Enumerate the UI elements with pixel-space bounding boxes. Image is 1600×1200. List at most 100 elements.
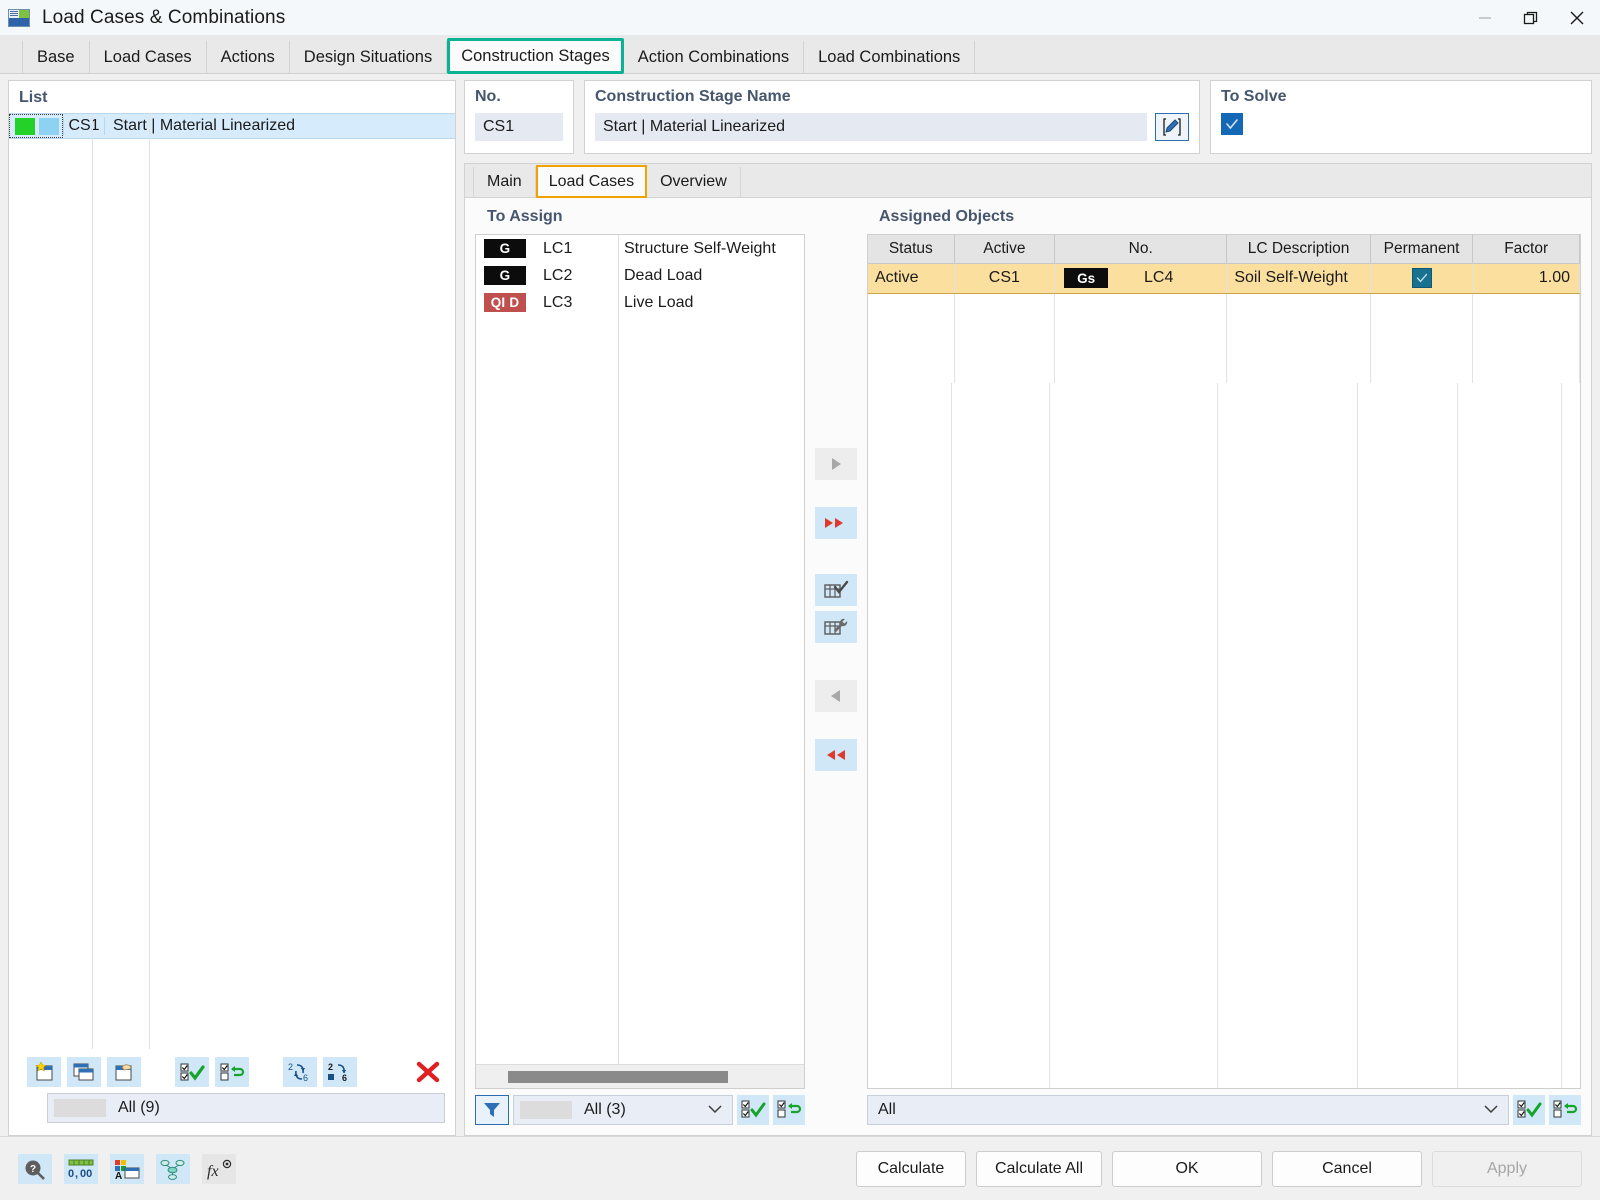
subtab-main[interactable]: Main — [473, 167, 536, 197]
unassign-selected-button[interactable] — [815, 680, 857, 712]
to-assign-filter-combo[interactable]: All (3) — [513, 1095, 733, 1125]
sub-tab-strip: Main Load Cases Overview — [465, 164, 1591, 198]
delete-button[interactable] — [411, 1057, 445, 1087]
load-case-description: Structure Self-Weight — [606, 240, 776, 258]
table-row-empty[interactable] — [868, 353, 1580, 383]
tab-design-situations[interactable]: Design Situations — [290, 41, 447, 73]
select-all-button[interactable] — [175, 1057, 209, 1087]
to-solve-checkbox[interactable] — [1221, 113, 1243, 135]
to-assign-title: To Assign — [475, 206, 805, 234]
filter-icon[interactable] — [475, 1095, 509, 1125]
tab-load-cases[interactable]: Load Cases — [90, 41, 207, 73]
edit-item-button[interactable] — [107, 1057, 141, 1087]
close-button[interactable] — [1554, 0, 1600, 36]
tab-label: Base — [37, 48, 75, 67]
cell-permanent[interactable] — [1370, 263, 1473, 293]
column-header-factor[interactable]: Factor — [1473, 235, 1580, 263]
svg-text:2: 2 — [288, 1062, 293, 1072]
to-assign-invert-selection-button[interactable] — [773, 1095, 805, 1125]
assign-all-button[interactable] — [815, 507, 857, 539]
list-item[interactable]: CS1 Start | Material Linearized — [9, 113, 455, 139]
list-filter-label: All (9) — [118, 1099, 160, 1117]
table-row-empty[interactable] — [868, 293, 1580, 323]
dialog-body: List CS1 Start | Material Linearized — [0, 74, 1600, 1136]
color-swatch-blue — [39, 118, 59, 135]
svg-text:0: 0 — [68, 1168, 74, 1180]
calculate-all-button[interactable]: Calculate All — [976, 1151, 1102, 1187]
copy-item-button[interactable] — [67, 1057, 101, 1087]
to-assign-list[interactable]: G LC1 Structure Self-Weight G LC2 Dead L… — [476, 235, 804, 1064]
new-item-button[interactable] — [27, 1057, 61, 1087]
subtab-overview[interactable]: Overview — [647, 167, 741, 197]
load-cases-dialog: Load Cases & Combinations Base Load Case… — [0, 0, 1600, 1200]
help-icon[interactable]: ? — [18, 1154, 52, 1184]
table-row-empty[interactable] — [868, 323, 1580, 353]
svg-text:2: 2 — [328, 1062, 333, 1072]
ok-button[interactable]: OK — [1112, 1151, 1262, 1187]
cancel-button[interactable]: Cancel — [1272, 1151, 1422, 1187]
load-case-no: LC1 — [526, 240, 606, 258]
calculate-button[interactable]: Calculate — [856, 1151, 966, 1187]
table-settings-button[interactable] — [815, 611, 857, 643]
list-item[interactable]: G LC2 Dead Load — [476, 262, 804, 289]
number-format-icon[interactable]: 0 , 00 — [64, 1154, 98, 1184]
colors-icon[interactable]: A — [110, 1154, 144, 1184]
load-case-no: LC3 — [526, 294, 606, 312]
list-filter-combo[interactable]: All (9) — [47, 1093, 445, 1123]
assigned-filter-combo[interactable]: All — [867, 1095, 1509, 1125]
tab-load-combinations[interactable]: Load Combinations — [804, 41, 975, 73]
column-header-status[interactable]: Status — [868, 235, 954, 263]
list-title: List — [9, 81, 455, 113]
table-row[interactable]: Active CS1 Gs LC4 Soil S — [868, 263, 1580, 293]
column-header-lc-description[interactable]: LC Description — [1227, 235, 1371, 263]
renumber-block-button[interactable]: 2 6 — [323, 1057, 357, 1087]
tab-label: Load Combinations — [818, 48, 960, 67]
stage-list[interactable]: CS1 Start | Material Linearized — [9, 113, 455, 1049]
assigned-filter-bar: All — [867, 1089, 1581, 1125]
pencil-edit-icon[interactable] — [1155, 113, 1189, 141]
svg-text:,: , — [75, 1168, 78, 1180]
list-item-name: Start | Material Linearized — [105, 117, 295, 135]
assign-selected-button[interactable] — [815, 448, 857, 480]
cell-factor: 1.00 — [1473, 263, 1580, 293]
cell-lc-description: Soil Self-Weight — [1227, 263, 1371, 293]
tab-construction-stages[interactable]: Construction Stages — [447, 38, 624, 74]
stage-name-label: Construction Stage Name — [595, 88, 1189, 106]
assigned-objects-table[interactable]: Status Active No. LC Description Permane… — [868, 235, 1580, 383]
table-empty-space — [868, 383, 1580, 1088]
list-item[interactable]: QI D LC3 Live Load — [476, 289, 804, 316]
minimize-button[interactable] — [1462, 0, 1508, 36]
list-item[interactable]: G LC1 Structure Self-Weight — [476, 235, 804, 262]
to-assign-select-all-button[interactable] — [737, 1095, 769, 1125]
tab-base[interactable]: Base — [22, 41, 90, 73]
stage-detail-area: No. CS1 Construction Stage Name Start | … — [464, 80, 1592, 1136]
stage-color-cell[interactable] — [9, 114, 63, 138]
column-header-active[interactable]: Active — [954, 235, 1054, 263]
footer-button-group: Calculate Calculate All OK Cancel Apply — [856, 1151, 1582, 1187]
assigned-invert-selection-button[interactable] — [1549, 1095, 1581, 1125]
subtab-load-cases[interactable]: Load Cases — [536, 165, 647, 198]
scrollbar-thumb[interactable] — [508, 1071, 728, 1083]
formula-icon[interactable]: fx — [202, 1154, 236, 1184]
renumber-button[interactable]: 2 6 — [283, 1057, 317, 1087]
tab-action-combinations[interactable]: Action Combinations — [624, 41, 804, 73]
restore-button[interactable] — [1508, 0, 1554, 36]
tab-label: Construction Stages — [461, 47, 610, 66]
unassign-all-button[interactable] — [815, 739, 857, 771]
permanent-checkbox[interactable] — [1412, 268, 1432, 288]
stage-header-row: No. CS1 Construction Stage Name Start | … — [464, 80, 1592, 154]
to-assign-horizontal-scrollbar[interactable] — [476, 1064, 804, 1088]
list-toolbar: 2 6 2 6 — [9, 1049, 455, 1093]
assigned-select-all-button[interactable] — [1513, 1095, 1545, 1125]
tab-actions[interactable]: Actions — [207, 41, 290, 73]
relations-icon[interactable] — [156, 1154, 190, 1184]
table-check-button[interactable] — [815, 574, 857, 606]
invert-selection-button[interactable] — [215, 1057, 249, 1087]
svg-text:fx: fx — [207, 1163, 219, 1180]
stage-name-input[interactable]: Start | Material Linearized — [595, 113, 1147, 141]
stage-no-input[interactable]: CS1 — [475, 113, 563, 141]
tab-label: Load Cases — [104, 48, 192, 67]
column-header-no[interactable]: No. — [1055, 235, 1227, 263]
filter-swatch — [54, 1099, 106, 1117]
column-header-permanent[interactable]: Permanent — [1370, 235, 1473, 263]
